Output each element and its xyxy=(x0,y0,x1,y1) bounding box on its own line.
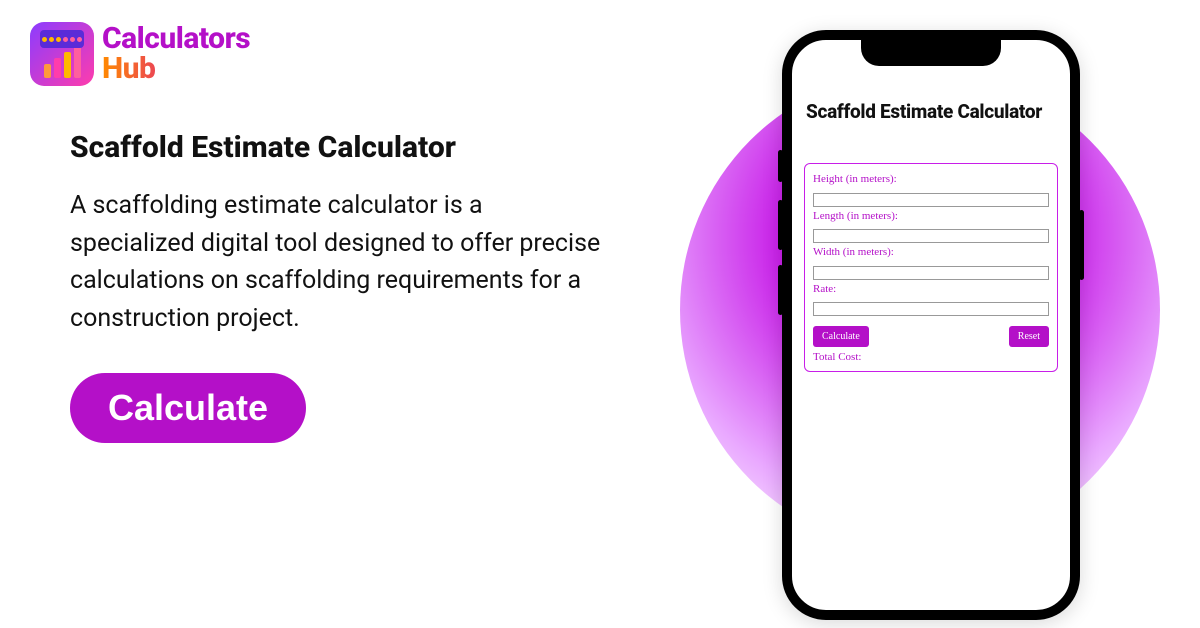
main-content: Scaffold Estimate Calculator A scaffoldi… xyxy=(70,130,610,443)
reset-button[interactable]: Reset xyxy=(1009,326,1049,347)
bar-icon xyxy=(54,58,61,78)
phone-side-button xyxy=(778,265,783,315)
width-label: Width (in meters): xyxy=(813,246,1049,258)
calculator-form: Height (in meters): Length (in meters): … xyxy=(804,163,1058,372)
height-input[interactable] xyxy=(813,193,1049,207)
total-cost-label: Total Cost: xyxy=(813,351,1049,363)
calculate-button[interactable]: Calculate xyxy=(813,326,869,347)
phone-side-button xyxy=(1079,210,1084,280)
calculator-icon xyxy=(40,30,84,48)
form-button-row: Calculate Reset xyxy=(813,326,1049,347)
page-description: A scaffolding estimate calculator is a s… xyxy=(70,187,610,337)
rate-label: Rate: xyxy=(813,283,1049,295)
logo-text: Calculators Hub xyxy=(102,24,250,84)
bar-icon xyxy=(74,46,81,78)
calculate-cta-button[interactable]: Calculate xyxy=(70,373,306,443)
logo-title: Calculators xyxy=(102,24,250,54)
brand-logo: Calculators Hub xyxy=(30,22,250,86)
logo-icon xyxy=(30,22,94,86)
app-title: Scaffold Estimate Calculator xyxy=(806,100,1056,123)
height-label: Height (in meters): xyxy=(813,173,1049,185)
length-input[interactable] xyxy=(813,229,1049,243)
bar-icon xyxy=(44,64,51,78)
phone-side-button xyxy=(778,150,783,182)
phone-screen: Scaffold Estimate Calculator Height (in … xyxy=(792,40,1070,610)
bar-icon xyxy=(64,52,71,78)
phone-mockup: Scaffold Estimate Calculator Height (in … xyxy=(782,30,1080,620)
page-title: Scaffold Estimate Calculator xyxy=(70,130,610,165)
rate-input[interactable] xyxy=(813,302,1049,316)
phone-side-button xyxy=(778,200,783,250)
width-input[interactable] xyxy=(813,266,1049,280)
length-label: Length (in meters): xyxy=(813,210,1049,222)
logo-subtitle: Hub xyxy=(102,54,250,84)
